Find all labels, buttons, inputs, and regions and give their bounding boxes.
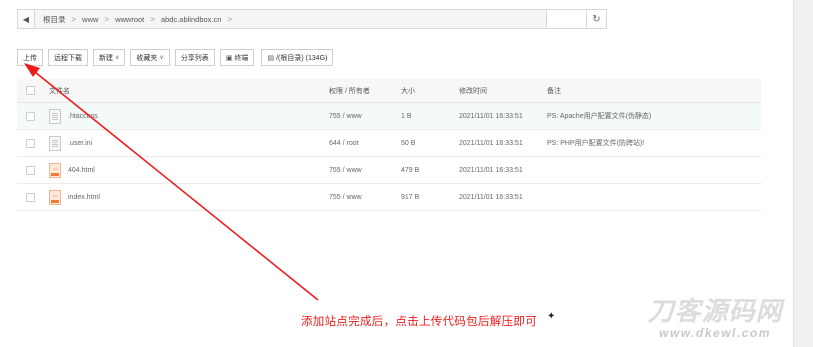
breadcrumb-root[interactable]: 根目录 [43, 14, 66, 25]
upload-button[interactable]: 上传 [17, 49, 43, 66]
upload-label: 上传 [23, 54, 37, 62]
breadcrumb: 根目录 > www > wwwroot > abdc.ablindbox.cn … [35, 9, 547, 29]
mouse-cursor-icon: ✦ [547, 311, 556, 322]
path-search-input[interactable] [547, 9, 587, 29]
right-scroll-strip [793, 0, 813, 347]
disk-button[interactable]: ▤/(根目录) (134G) [261, 49, 334, 66]
file-modified: 2021/11/01 16:33:51 [459, 139, 523, 147]
header-name[interactable]: 文件名 [43, 86, 329, 96]
table-row[interactable]: 404.html 755 / www 479 B 2021/11/01 16:3… [17, 157, 761, 184]
breadcrumb-site[interactable]: abdc.ablindbox.cn [161, 15, 221, 24]
file-name[interactable]: 404.html [68, 167, 95, 174]
breadcrumb-separator: > [150, 14, 155, 24]
arrow-left-icon: ◀ [22, 14, 30, 24]
file-name[interactable]: .htaccess [68, 113, 98, 120]
header-permission[interactable]: 权限 / 所有者 [329, 86, 401, 96]
file-toolbar: 上传 远程下载 新建 ∨ 收藏夹 ∨ 分享列表 ▣ 终端 ▤/(根目录) (134G) [17, 49, 334, 66]
file-table: 文件名 权限 / 所有者 大小 修改时间 备注 .htaccess 755 / … [17, 79, 761, 211]
back-button[interactable]: ◀ [17, 9, 35, 29]
html-file-icon [49, 189, 61, 205]
file-permission[interactable]: 755 / www [329, 113, 401, 120]
header-note: 备注 [547, 87, 561, 95]
chevron-down-icon: ∨ [159, 55, 164, 61]
file-size: 479 B [401, 166, 420, 174]
file-modified: 2021/11/01 16:33:51 [459, 193, 523, 201]
row-checkbox[interactable] [25, 165, 35, 175]
header-size[interactable]: 大小 [401, 86, 459, 96]
new-button[interactable]: 新建 ∨ [93, 49, 126, 66]
file-modified: 2021/11/01 16:33:51 [459, 112, 523, 120]
chevron-down-icon: ∨ [115, 55, 120, 61]
file-permission[interactable]: 755 / www [329, 194, 401, 201]
row-checkbox[interactable] [25, 138, 35, 148]
remote-download-button[interactable]: 远程下载 [48, 49, 88, 66]
file-name[interactable]: .user.ini [68, 140, 92, 147]
watermark-url: www.dkewl.com [659, 326, 771, 340]
file-text-icon [49, 135, 61, 151]
new-label: 新建 [99, 54, 113, 62]
table-row[interactable]: .user.ini 644 / root 50 B 2021/11/01 16:… [17, 130, 761, 157]
watermark: 刀客源码网 www.dkewl.com [640, 296, 790, 340]
html-file-icon [49, 162, 61, 178]
file-note: PS: Apache用户配置文件(伪静态) [547, 113, 652, 120]
table-header: 文件名 权限 / 所有者 大小 修改时间 备注 [17, 79, 761, 103]
select-all-checkbox[interactable] [25, 86, 35, 95]
table-row[interactable]: .htaccess 755 / www 1 B 2021/11/01 16:33… [17, 103, 761, 130]
file-name[interactable]: index.html [68, 194, 100, 201]
file-size: 1 B [401, 112, 412, 120]
remote-download-label: 远程下载 [54, 54, 82, 62]
file-permission[interactable]: 755 / www [329, 167, 401, 174]
refresh-button[interactable]: ↻ [587, 9, 607, 29]
breadcrumb-separator: > [104, 14, 110, 24]
file-text-icon [49, 108, 61, 124]
disk-icon: ▤ [267, 54, 275, 62]
favorites-button[interactable]: 收藏夹 ∨ [130, 49, 170, 66]
file-permission[interactable]: 644 / root [329, 140, 401, 147]
breadcrumb-separator: > [71, 14, 77, 24]
row-checkbox[interactable] [25, 192, 35, 202]
file-size: 50 B [401, 139, 416, 147]
watermark-title: 刀客源码网 [647, 296, 783, 326]
header-modified[interactable]: 修改时间 [459, 86, 547, 96]
breadcrumb-separator: > [227, 14, 233, 24]
table-row[interactable]: index.html 755 / www 917 B 2021/11/01 16… [17, 184, 761, 211]
annotation-text: 添加站点完成后，点击上传代码包后解压即可 [301, 316, 537, 328]
row-checkbox[interactable] [25, 111, 35, 121]
disk-label: /(根目录) (134G) [276, 54, 328, 62]
terminal-button[interactable]: ▣ 终端 [219, 49, 255, 66]
terminal-label: 终端 [234, 54, 249, 62]
refresh-icon: ↻ [592, 13, 601, 25]
file-note: PS: PHP用户配置文件(防跨站)! [547, 140, 645, 147]
share-list-button[interactable]: 分享列表 [174, 49, 215, 66]
breadcrumb-wwwroot[interactable]: wwwroot [115, 15, 144, 24]
terminal-icon: ▣ [225, 54, 233, 62]
file-size: 917 B [401, 193, 420, 201]
breadcrumb-www[interactable]: www [82, 15, 98, 24]
share-list-label: 分享列表 [180, 54, 209, 62]
file-modified: 2021/11/01 16:33:51 [459, 166, 523, 174]
path-bar: ◀ 根目录 > www > wwwroot > abdc.ablindbox.c… [17, 9, 607, 29]
favorites-label: 收藏夹 [136, 54, 158, 62]
